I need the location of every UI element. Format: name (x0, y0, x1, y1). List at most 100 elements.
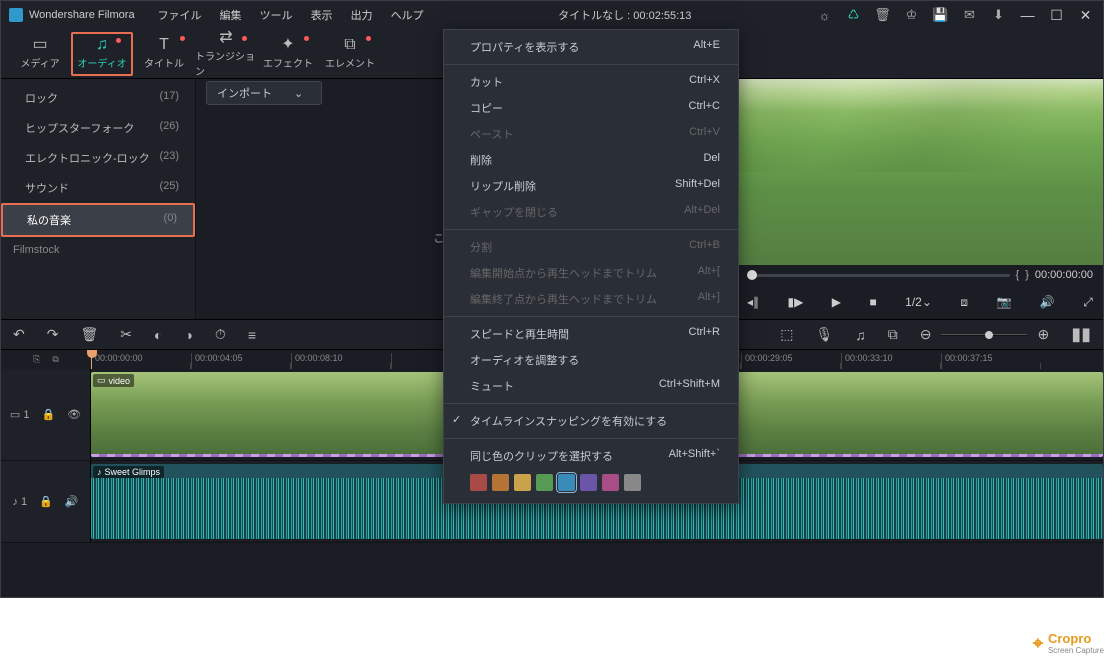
color-swatch[interactable] (624, 474, 641, 491)
crop-icon[interactable]: ◐ (154, 327, 162, 343)
window-minimize-icon[interactable]: — (1020, 8, 1035, 23)
marker-icon[interactable]: ⬚ (780, 326, 793, 343)
zoom-fit-icon[interactable]: ▮▮ (1071, 324, 1091, 345)
menu-file[interactable]: ファイル (149, 7, 211, 23)
color-swatch[interactable] (470, 474, 487, 491)
record-icon[interactable]: 🎙 (815, 326, 833, 343)
app-menu: ファイル 編集 ツール 表示 出力 ヘルプ (149, 7, 433, 23)
ctx-item[interactable]: 同じ色のクリップを選択するAlt+Shift+` (444, 443, 738, 469)
color-swatch[interactable] (602, 474, 619, 491)
ctx-item: 編集終了点から再生ヘッドまでトリムAlt+] (444, 286, 738, 312)
brightness-icon[interactable]: ☼ (817, 8, 832, 23)
user-icon[interactable]: ♔ (904, 8, 919, 23)
color-swatch[interactable] (558, 474, 575, 491)
preview-canvas[interactable] (737, 79, 1103, 265)
sidebar-item-sound[interactable]: サウンド(25) (1, 173, 195, 203)
sidebar-item-mymusic[interactable]: 私の音楽(0) (1, 203, 195, 237)
ctx-item: ペーストCtrl+V (444, 121, 738, 147)
music-note-icon: ♪ (97, 467, 102, 477)
project-title: タイトルなし : 00:02:55:13 (433, 7, 817, 23)
stop-icon[interactable]: ■ (869, 295, 876, 309)
play-icon[interactable]: ▶ (832, 295, 841, 309)
undo-icon[interactable]: ↶ (13, 326, 25, 343)
preview-panel: { } 00:00:00:00 ◂∥ ▮▶ ▶ ■ 1/2 ⌄ ⧈ 📷 🔊 ⤢ (737, 79, 1103, 319)
quality-icon[interactable]: ⧈ (960, 295, 968, 310)
menu-view[interactable]: 表示 (302, 7, 342, 23)
zoom-slider[interactable] (941, 334, 1027, 336)
ruler-icon-b[interactable]: ⧉ (52, 354, 58, 365)
ctx-item[interactable]: ミュートCtrl+Shift+M (444, 373, 738, 399)
import-button[interactable]: インポート⌄ (206, 81, 322, 105)
effect-icon: ✦ (281, 37, 294, 53)
tab-audio[interactable]: ♫オーディオ (71, 32, 133, 76)
volume-icon[interactable]: 🔊 (1040, 295, 1055, 309)
lock-icon[interactable]: 🔒 (39, 495, 53, 508)
tab-element[interactable]: ⧉エレメント (319, 32, 381, 76)
snapshot-icon[interactable]: 📷 (996, 295, 1011, 309)
tab-title[interactable]: Tタイトル (133, 32, 195, 76)
zoom-in-icon[interactable]: ⊕ (1037, 326, 1049, 343)
window-maximize-icon[interactable]: ☐ (1049, 8, 1064, 23)
download-icon[interactable]: ⬇ (991, 8, 1006, 23)
color-swatch[interactable] (514, 474, 531, 491)
menu-edit[interactable]: 編集 (211, 7, 251, 23)
lock-icon[interactable]: 🔒 (41, 408, 55, 421)
text-icon: T (159, 37, 169, 53)
playback-slider[interactable] (747, 274, 1010, 277)
sidebar-item-electro[interactable]: エレクトロニック-ロック(23) (1, 143, 195, 173)
zoom-out-icon[interactable]: ⊖ (920, 326, 932, 343)
step-back-icon[interactable]: ▮▶ (787, 295, 803, 309)
volume-icon[interactable]: 🔊 (65, 495, 79, 508)
ctx-item[interactable]: コピーCtrl+C (444, 95, 738, 121)
scale-select[interactable]: 1/2 ⌄ (905, 295, 932, 309)
color-icon[interactable]: ◑ (184, 327, 192, 343)
delete-icon[interactable]: 🗑 (80, 326, 98, 343)
ctx-item[interactable]: 削除Del (444, 147, 738, 173)
color-swatch[interactable] (580, 474, 597, 491)
headphones-icon[interactable]: ♺ (846, 8, 861, 23)
watermark: ⌖ Cropro Screen Capture (1033, 631, 1104, 655)
audio-mixer-icon[interactable]: ♫ (855, 327, 866, 343)
audio-track-head[interactable]: ♪ 1 🔒 🔊 (1, 461, 91, 542)
trash-icon[interactable]: 🗑 (875, 8, 890, 23)
grid-icon[interactable]: ⧉ (888, 326, 898, 343)
sidebar-foot[interactable]: Filmstock (1, 237, 195, 263)
music-icon: ♫ (96, 37, 108, 53)
ctx-item[interactable]: リップル削除Shift+Del (444, 173, 738, 199)
menu-output[interactable]: 出力 (342, 7, 382, 23)
save-icon[interactable]: 💾 (933, 8, 948, 23)
ruler-icon-a[interactable]: ⎘ (33, 354, 40, 365)
tab-effect[interactable]: ✦エフェクト (257, 32, 319, 76)
zoom-control: ⊖ ⊕ (920, 326, 1049, 343)
sidebar-item-hipster[interactable]: ヒップスターフォーク(26) (1, 113, 195, 143)
color-swatch[interactable] (492, 474, 509, 491)
window-close-icon[interactable]: ✕ (1078, 8, 1093, 23)
export-icon[interactable]: ✉ (962, 8, 977, 23)
settings-icon[interactable]: ≡ (248, 327, 256, 343)
ctx-item: ギャップを閉じるAlt+Del (444, 199, 738, 225)
eye-icon[interactable]: 👁 (67, 408, 81, 421)
preview-time: 00:00:00:00 (1035, 269, 1093, 281)
category-sidebar: ロック(17) ヒップスターフォーク(26) エレクトロニック-ロック(23) … (1, 79, 196, 319)
ctx-item[interactable]: タイムラインスナッピングを有効にする (444, 408, 738, 434)
menu-tools[interactable]: ツール (251, 7, 302, 23)
mark-in-icon[interactable]: { (1016, 269, 1020, 281)
ctx-item[interactable]: プロパティを表示するAlt+E (444, 34, 738, 60)
folder-icon: ▭ (32, 37, 47, 53)
tab-media[interactable]: ▭メディア (9, 32, 71, 76)
prev-frame-icon[interactable]: ◂∥ (747, 295, 759, 309)
mark-out-icon[interactable]: } (1025, 269, 1029, 281)
speed-icon[interactable]: ⏱ (215, 326, 226, 343)
video-track-head[interactable]: ▭ 1 🔒 👁 (1, 369, 91, 460)
color-swatch[interactable] (536, 474, 553, 491)
ctx-item[interactable]: オーディオを調整する (444, 347, 738, 373)
menu-help[interactable]: ヘルプ (382, 7, 433, 23)
ctx-item[interactable]: カットCtrl+X (444, 69, 738, 95)
cut-icon[interactable]: ✂ (120, 326, 132, 343)
redo-icon[interactable]: ↷ (47, 326, 59, 343)
ctx-item[interactable]: スピードと再生時間Ctrl+R (444, 321, 738, 347)
fullscreen-icon[interactable]: ⤢ (1083, 295, 1093, 310)
sidebar-item-rock[interactable]: ロック(17) (1, 83, 195, 113)
ctx-item: 分割Ctrl+B (444, 234, 738, 260)
tab-transition[interactable]: ⇄トランジション (195, 32, 257, 76)
